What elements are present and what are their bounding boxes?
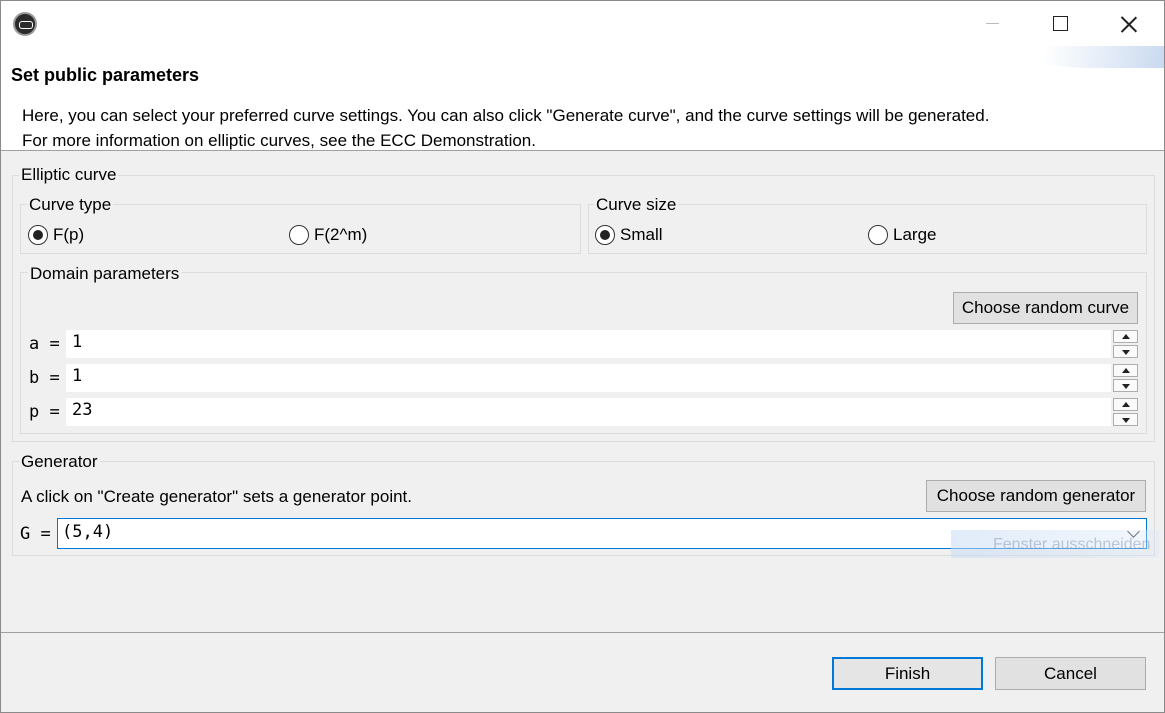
description-line-2: For more information on elliptic curves,… <box>22 131 536 150</box>
footer-separator <box>1 632 1164 633</box>
spin-down-icon[interactable] <box>1113 345 1138 358</box>
header-decoration <box>1014 46 1164 68</box>
param-p-input[interactable]: 23 <box>66 398 1111 426</box>
ghost-tooltip-overlay: Fenster ausschneiden <box>951 530 1159 558</box>
param-b-input[interactable]: 1 <box>66 364 1111 392</box>
spin-down-icon[interactable] <box>1113 379 1138 392</box>
title-bar[interactable] <box>1 1 1164 46</box>
dialog-window: Set public parameters Here, you can sele… <box>0 0 1165 713</box>
close-icon <box>1120 15 1138 33</box>
cancel-button[interactable]: Cancel <box>995 657 1146 690</box>
choose-random-curve-button[interactable]: Choose random curve <box>953 292 1138 324</box>
spin-down-icon[interactable] <box>1113 413 1138 426</box>
spin-up-icon[interactable] <box>1113 398 1138 411</box>
finish-button[interactable]: Finish <box>832 657 983 690</box>
radio-curve-size-large[interactable]: Large <box>868 225 936 245</box>
spin-up-icon[interactable] <box>1113 364 1138 377</box>
radio-label: F(2^m) <box>314 225 368 244</box>
description-line-1: Here, you can select your preferred curv… <box>22 106 990 125</box>
app-logo-icon <box>13 12 37 36</box>
radio-curve-size-small[interactable]: Small <box>595 225 663 245</box>
param-b-label: b = <box>29 368 60 388</box>
elliptic-curve-group-label: Elliptic curve <box>19 165 119 185</box>
maximize-button[interactable] <box>1025 1 1095 46</box>
param-a-label: a = <box>29 334 60 354</box>
param-a-spinner[interactable] <box>1113 330 1138 358</box>
minimize-icon <box>985 23 999 24</box>
spin-up-icon[interactable] <box>1113 330 1138 343</box>
param-a-input[interactable]: 1 <box>66 330 1111 358</box>
param-b-spinner[interactable] <box>1113 364 1138 392</box>
page-description: Here, you can select your preferred curv… <box>22 103 989 153</box>
param-p-label: p = <box>29 402 60 422</box>
close-button[interactable] <box>1094 1 1164 46</box>
radio-curve-type-fp[interactable]: F(p) <box>28 225 84 245</box>
domain-parameters-label: Domain parameters <box>28 264 182 284</box>
radio-unchecked-icon <box>868 225 888 245</box>
generator-hint: A click on "Create generator" sets a gen… <box>21 487 413 506</box>
generator-selected-value: (5,4) <box>62 522 114 542</box>
curve-size-label: Curve size <box>594 195 679 215</box>
radio-label: Small <box>620 225 663 244</box>
curve-type-label: Curve type <box>27 195 114 215</box>
dialog-header: Set public parameters Here, you can sele… <box>1 46 1164 151</box>
minimize-button[interactable] <box>957 1 1027 46</box>
radio-curve-type-f2m[interactable]: F(2^m) <box>289 225 367 245</box>
radio-label: Large <box>893 225 937 244</box>
maximize-icon <box>1052 16 1068 31</box>
radio-label: F(p) <box>53 225 85 244</box>
choose-random-generator-button[interactable]: Choose random generator <box>926 480 1146 512</box>
radio-checked-icon <box>28 225 48 245</box>
page-title: Set public parameters <box>11 65 200 85</box>
radio-checked-icon <box>595 225 615 245</box>
radio-unchecked-icon <box>289 225 309 245</box>
generator-group-label: Generator <box>19 452 100 472</box>
param-p-spinner[interactable] <box>1113 398 1138 426</box>
generator-g-label: G = <box>20 524 51 544</box>
